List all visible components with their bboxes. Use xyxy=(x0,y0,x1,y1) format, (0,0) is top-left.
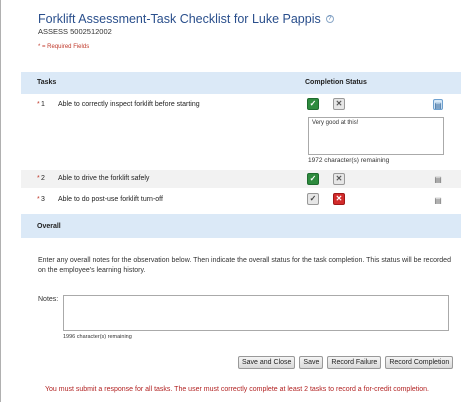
pass-check-icon[interactable]: ✓ xyxy=(307,173,319,185)
assessment-id: ASSESS 5002512002 xyxy=(38,27,112,36)
task-row-3: * 3 Able to do post-use forklift turn-of… xyxy=(21,190,461,210)
page-title: Forklift Assessment-Task Checklist for L… xyxy=(38,12,321,26)
overall-heading: Overall xyxy=(37,223,61,230)
fail-cross-icon[interactable]: ✕ xyxy=(333,173,345,185)
task-number: 3 xyxy=(41,196,45,203)
page-frame: Forklift Assessment-Task Checklist for L… xyxy=(0,0,474,402)
tasks-column-header: Tasks xyxy=(37,79,57,86)
task-label: Able to correctly inspect forklift befor… xyxy=(58,101,200,108)
help-icon[interactable]: ? xyxy=(325,15,334,23)
overall-header: Overall xyxy=(21,214,461,238)
required-marker: * xyxy=(37,101,40,108)
tasks-header: Tasks Completion Status xyxy=(21,72,461,94)
notes-label: Notes: xyxy=(38,296,59,303)
notes-field[interactable] xyxy=(63,295,449,331)
task-label: Able to drive the forklift safely xyxy=(58,175,150,182)
pass-check-icon[interactable]: ✓ xyxy=(307,193,319,205)
record-completion-button[interactable]: Record Completion xyxy=(385,356,454,369)
fail-cross-icon[interactable]: ✕ xyxy=(333,98,345,110)
completion-status-column-header: Completion Status xyxy=(305,79,367,86)
record-failure-button[interactable]: Record Failure xyxy=(327,356,382,369)
required-fields-note: * = Required Fields xyxy=(38,44,90,50)
required-marker: * xyxy=(37,175,40,182)
fail-cross-icon[interactable]: ✕ xyxy=(333,193,345,205)
task-number: 2 xyxy=(41,175,45,182)
notes-remaining-count: 1996 character(s) remaining xyxy=(63,334,132,340)
overall-instructions: Enter any overall notes for the observat… xyxy=(38,257,451,274)
task-row-2: * 2 Able to drive the forklift safely ✓ … xyxy=(21,170,461,188)
comment-icon[interactable]: ▤ xyxy=(433,99,443,110)
comment-icon[interactable]: ▤ xyxy=(433,195,443,206)
task-label: Able to do post-use forklift turn-off xyxy=(58,196,163,203)
required-marker: * xyxy=(37,196,40,203)
task-1-remaining-count: 1972 character(s) remaining xyxy=(308,157,390,164)
validation-message: You must submit a response for all tasks… xyxy=(45,386,429,393)
task-number: 1 xyxy=(41,101,45,108)
save-and-close-button[interactable]: Save and Close xyxy=(238,356,296,369)
comment-icon[interactable]: ▤ xyxy=(433,174,443,185)
task-1-comment-field[interactable]: Very good at this! xyxy=(308,117,444,155)
pass-check-icon[interactable]: ✓ xyxy=(307,98,319,110)
title-row: Forklift Assessment-Task Checklist for L… xyxy=(38,12,334,26)
action-buttons: Save and Close Save Record Failure Recor… xyxy=(238,356,454,369)
save-button[interactable]: Save xyxy=(299,356,324,369)
